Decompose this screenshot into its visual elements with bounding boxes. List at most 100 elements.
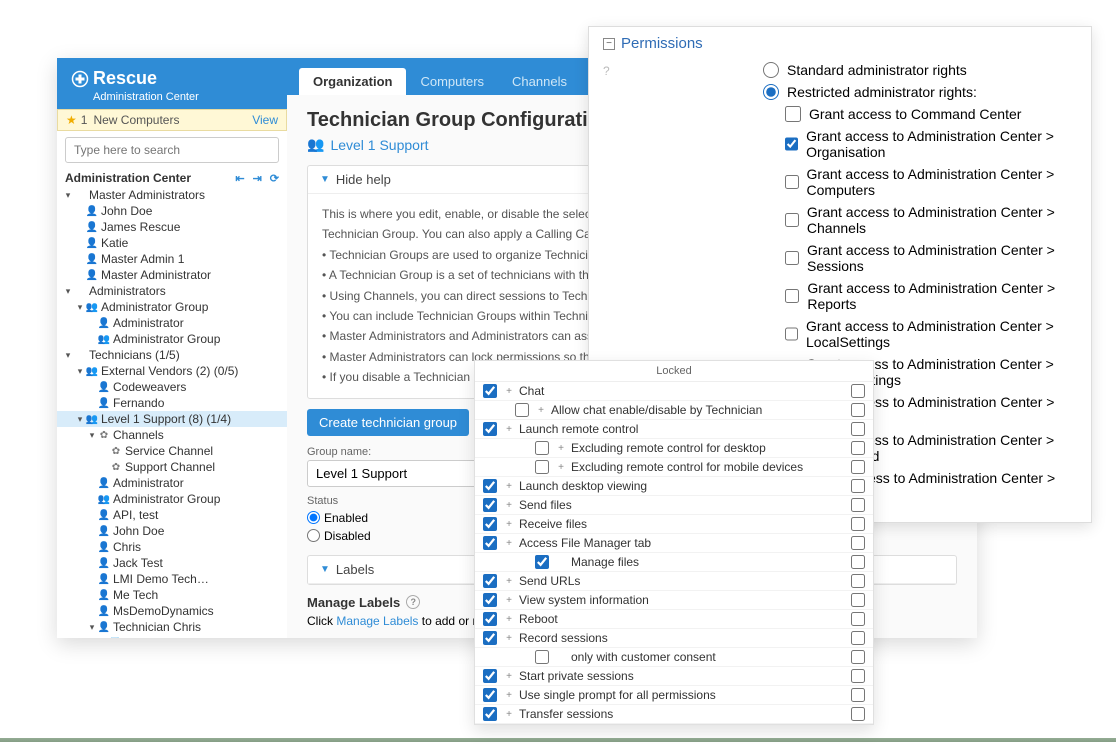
- tree-item[interactable]: 📄Unattended Prompts: [57, 635, 287, 638]
- tree-item[interactable]: 👤Master Administrator: [57, 267, 287, 283]
- tree-tool-back-icon[interactable]: ⇤: [235, 172, 244, 185]
- permission-check-row[interactable]: Grant access to Command Center: [763, 106, 1077, 122]
- permission-checkbox[interactable]: [785, 250, 799, 266]
- tree-item[interactable]: 👤Administrator: [57, 475, 287, 491]
- tree-item[interactable]: 👤LMI Demo Tech…: [57, 571, 287, 587]
- expand-icon[interactable]: +: [503, 500, 515, 511]
- tech-permission-lock-checkbox[interactable]: [851, 574, 865, 588]
- permission-radio-row[interactable]: Restricted administrator rights:: [763, 84, 1077, 100]
- tech-permission-lock-checkbox[interactable]: [851, 555, 865, 569]
- tree-item[interactable]: 👥Administrator Group: [57, 331, 287, 347]
- expand-icon[interactable]: +: [503, 614, 515, 625]
- permission-checkbox[interactable]: [785, 106, 801, 122]
- tech-permission-lock-checkbox[interactable]: [851, 688, 865, 702]
- tech-permission-lock-checkbox[interactable]: [851, 631, 865, 645]
- tech-permission-checkbox[interactable]: [483, 669, 497, 683]
- tree-item[interactable]: ▾Administrators: [57, 283, 287, 299]
- tree-item[interactable]: 👤James Rescue: [57, 219, 287, 235]
- expand-icon[interactable]: +: [555, 443, 567, 454]
- expand-icon[interactable]: +: [503, 595, 515, 606]
- tech-permission-row[interactable]: +Excluding remote control for desktop: [475, 439, 873, 458]
- permission-radio[interactable]: [763, 62, 779, 78]
- tab-channels[interactable]: Channels: [498, 68, 581, 95]
- tech-permission-lock-checkbox[interactable]: [851, 498, 865, 512]
- collapse-icon[interactable]: −: [603, 38, 615, 50]
- tree-item[interactable]: ▾👥External Vendors (2) (0/5): [57, 363, 287, 379]
- tech-permission-checkbox[interactable]: [483, 384, 497, 398]
- tree-item[interactable]: 👥Administrator Group: [57, 491, 287, 507]
- tech-permission-lock-checkbox[interactable]: [851, 422, 865, 436]
- permission-check-row[interactable]: Grant access to Administration Center > …: [763, 280, 1077, 312]
- tech-permission-row[interactable]: +Start private sessions: [475, 667, 873, 686]
- permission-checkbox[interactable]: [785, 212, 799, 228]
- permission-radio[interactable]: [763, 84, 779, 100]
- tech-permission-lock-checkbox[interactable]: [851, 593, 865, 607]
- tech-permission-row[interactable]: +Reboot: [475, 610, 873, 629]
- tech-permission-checkbox[interactable]: [535, 460, 549, 474]
- tech-permission-checkbox[interactable]: [483, 631, 497, 645]
- tech-permission-row[interactable]: +Receive files: [475, 515, 873, 534]
- tree-item[interactable]: 👤Chris: [57, 539, 287, 555]
- tech-permission-checkbox[interactable]: [483, 517, 497, 531]
- tree-tool-forward-icon[interactable]: ⇥: [253, 172, 262, 185]
- tree-item[interactable]: 👤Jack Test: [57, 555, 287, 571]
- tech-permission-lock-checkbox[interactable]: [851, 479, 865, 493]
- tree-item[interactable]: 👤Master Admin 1: [57, 251, 287, 267]
- tech-permission-row[interactable]: +Excluding remote control for mobile dev…: [475, 458, 873, 477]
- tree-item[interactable]: ▾Technicians (1/5): [57, 347, 287, 363]
- permission-check-row[interactable]: Grant access to Administration Center > …: [763, 204, 1077, 236]
- tech-permission-row[interactable]: +Launch desktop viewing: [475, 477, 873, 496]
- tree[interactable]: ▾Master Administrators👤John Doe👤James Re…: [57, 187, 287, 638]
- tree-caret-icon[interactable]: ▾: [63, 350, 73, 361]
- tree-item[interactable]: 👤Katie: [57, 235, 287, 251]
- tree-item[interactable]: ▾👤Technician Chris: [57, 619, 287, 635]
- tech-permission-checkbox[interactable]: [483, 612, 497, 626]
- tree-item[interactable]: 👤John Doe: [57, 523, 287, 539]
- tech-permission-checkbox[interactable]: [535, 650, 549, 664]
- tree-item[interactable]: ▾👥Level 1 Support (8) (1/4): [57, 411, 287, 427]
- permission-checkbox[interactable]: [785, 174, 799, 190]
- tech-permission-checkbox[interactable]: [535, 555, 549, 569]
- tech-permission-checkbox[interactable]: [483, 688, 497, 702]
- tree-item[interactable]: ▾✿Channels: [57, 427, 287, 443]
- expand-icon[interactable]: +: [503, 519, 515, 530]
- tech-permission-row[interactable]: +Send files: [475, 496, 873, 515]
- tree-item[interactable]: 👤Administrator: [57, 315, 287, 331]
- tree-item[interactable]: ▾👥Administrator Group: [57, 299, 287, 315]
- tree-item[interactable]: ✿Support Channel: [57, 459, 287, 475]
- tree-caret-icon[interactable]: ▾: [75, 414, 85, 425]
- permission-checkbox[interactable]: [785, 288, 799, 304]
- tech-permission-checkbox[interactable]: [483, 498, 497, 512]
- tech-permission-lock-checkbox[interactable]: [851, 403, 865, 417]
- tree-caret-icon[interactable]: ▾: [75, 366, 85, 377]
- expand-icon[interactable]: +: [503, 481, 515, 492]
- tech-permission-checkbox[interactable]: [535, 441, 549, 455]
- notice-bar[interactable]: ★ 1 New Computers View: [57, 109, 287, 131]
- tree-item[interactable]: 👤John Doe: [57, 203, 287, 219]
- permission-check-row[interactable]: Grant access to Administration Center > …: [763, 318, 1077, 350]
- tree-item[interactable]: 👤MsDemoDynamics: [57, 603, 287, 619]
- tree-caret-icon[interactable]: ▾: [87, 430, 97, 441]
- tree-item[interactable]: 👤Fernando: [57, 395, 287, 411]
- tech-permission-checkbox[interactable]: [515, 403, 529, 417]
- expand-icon[interactable]: +: [503, 576, 515, 587]
- permission-checkbox[interactable]: [785, 326, 798, 342]
- status-enabled-radio[interactable]: [307, 511, 320, 524]
- tech-permission-checkbox[interactable]: [483, 593, 497, 607]
- tree-item[interactable]: ▾Master Administrators: [57, 187, 287, 203]
- help-icon[interactable]: ?: [406, 595, 420, 609]
- tech-permission-row[interactable]: +View system information: [475, 591, 873, 610]
- tech-permission-row[interactable]: Manage files: [475, 553, 873, 572]
- notice-view-link[interactable]: View: [252, 113, 278, 127]
- tree-caret-icon[interactable]: ▾: [75, 302, 85, 313]
- tree-tool-refresh-icon[interactable]: ⟳: [270, 172, 279, 185]
- expand-icon[interactable]: +: [503, 424, 515, 435]
- manage-labels-link[interactable]: Manage Labels: [336, 614, 418, 628]
- expand-icon[interactable]: +: [503, 386, 515, 397]
- tech-permission-lock-checkbox[interactable]: [851, 460, 865, 474]
- tech-permission-checkbox[interactable]: [483, 422, 497, 436]
- tech-permission-lock-checkbox[interactable]: [851, 441, 865, 455]
- tech-permission-row[interactable]: +Launch remote control: [475, 420, 873, 439]
- tech-permission-row[interactable]: +Chat: [475, 382, 873, 401]
- permission-checkbox[interactable]: [785, 136, 798, 152]
